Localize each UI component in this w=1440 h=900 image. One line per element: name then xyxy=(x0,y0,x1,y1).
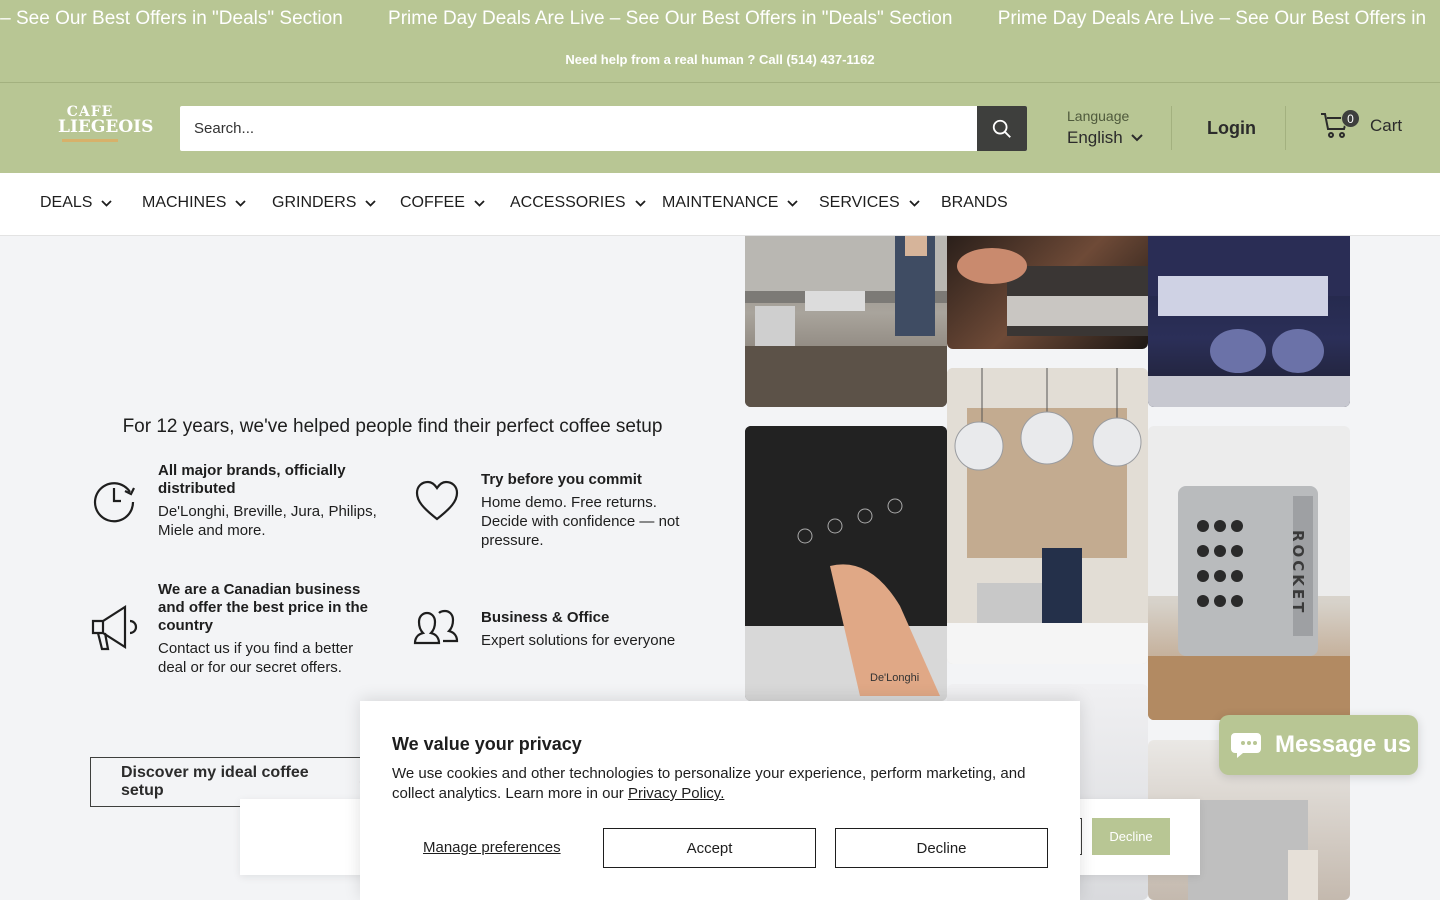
nav-label: COFFEE xyxy=(400,194,465,211)
heart-icon xyxy=(415,480,459,521)
chat-bubble-icon xyxy=(1231,733,1261,758)
nav-label: BRANDS xyxy=(941,194,1008,211)
cookie-title: We value your privacy xyxy=(392,734,582,754)
gallery-image-cafe-counter xyxy=(745,236,947,407)
chevron-down-icon xyxy=(101,199,113,207)
nav-label: DEALS xyxy=(40,194,93,211)
marquee-text: Prime Day Deals Are Live – See Our Best … xyxy=(997,8,1427,29)
nav-label: SERVICES xyxy=(819,194,900,211)
decline-button[interactable]: Decline xyxy=(835,828,1048,868)
cafe-counter-illustration xyxy=(745,236,947,407)
marquee-text: Live – See Our Best Offers in "Deals" Se… xyxy=(0,8,343,29)
language-value: English xyxy=(1067,128,1123,147)
logo-underline xyxy=(62,139,118,142)
nav-item-brands[interactable]: BRANDS xyxy=(941,194,1008,212)
delonghi-brand-text: De'Longhi xyxy=(870,672,919,684)
blue-cups-illustration xyxy=(1148,236,1350,407)
nav-item-grinders[interactable]: GRINDERS xyxy=(272,194,377,212)
gallery-image-blue-cups xyxy=(1148,236,1350,407)
feature-item: Business & Office Expert solutions for e… xyxy=(413,609,703,650)
search-bar xyxy=(180,106,1027,151)
nav-item-deals[interactable]: DEALS xyxy=(40,194,113,212)
main-nav: DEALS MACHINES GRINDERS COFFEE ACCESSORI… xyxy=(0,173,1440,236)
feature-desc: Home demo. Free returns. Decide with con… xyxy=(481,494,680,549)
chevron-down-icon xyxy=(365,199,377,207)
pendant-lamps-illustration xyxy=(947,368,1148,664)
message-us-button[interactable]: Message us xyxy=(1219,715,1418,775)
people-icon xyxy=(413,609,459,645)
clock-icon xyxy=(93,482,135,523)
feature-title: Try before you commit xyxy=(481,471,642,488)
espresso-hands-illustration xyxy=(957,248,1148,336)
feature-item: All major brands, officially distributed… xyxy=(90,462,380,540)
chevron-down-icon xyxy=(1131,134,1143,142)
section-tagline: For 12 years, we've helped people find t… xyxy=(122,416,663,437)
feature-desc: De'Longhi, Breville, Jura, Philips, Miel… xyxy=(158,503,377,539)
chat-label: Message us xyxy=(1275,731,1412,758)
feature-text: Try before you commit Home demo. Free re… xyxy=(481,471,703,550)
language-label: Language xyxy=(1067,108,1130,124)
nav-item-machines[interactable]: MACHINES xyxy=(142,194,247,212)
manage-preferences-link[interactable]: Manage preferences xyxy=(423,839,561,856)
feature-desc: Contact us if you find a better deal or … xyxy=(158,640,354,676)
gallery-image-rocket-machine: ROCKET xyxy=(1148,426,1350,720)
nav-item-maintenance[interactable]: MAINTENANCE xyxy=(662,194,799,212)
feature-title: We are a Canadian business and offer the… xyxy=(158,581,369,634)
language-value-wrap: English xyxy=(1067,128,1143,148)
announcement-marquee[interactable]: Live – See Our Best Offers in "Deals" Se… xyxy=(0,8,1440,30)
site-logo[interactable]: CAFE LIEGEOIS xyxy=(58,105,154,151)
header-divider xyxy=(1171,106,1172,150)
rocket-brand-text: ROCKET xyxy=(1289,530,1307,615)
search-input[interactable] xyxy=(180,106,977,151)
logo-line2: LIEGEOIS xyxy=(58,117,154,137)
feature-text: All major brands, officially distributed… xyxy=(158,462,380,540)
language-selector[interactable]: Language English xyxy=(1067,108,1143,148)
site-header: CAFE LIEGEOIS Language English Login 0 C… xyxy=(0,82,1440,173)
nav-label: ACCESSORIES xyxy=(510,194,626,211)
nav-item-coffee[interactable]: COFFEE xyxy=(400,194,485,212)
login-link[interactable]: Login xyxy=(1207,118,1256,139)
delonghi-panel-illustration: De'Longhi xyxy=(745,426,947,701)
feature-title: Business & Office xyxy=(481,609,610,626)
nav-item-services[interactable]: SERVICES xyxy=(819,194,920,212)
feature-text: We are a Canadian business and offer the… xyxy=(158,581,380,677)
nav-item-accessories[interactable]: ACCESSORIES xyxy=(510,194,646,212)
gallery-image-espresso-hands xyxy=(947,236,1148,349)
cookie-text-wrap: We use cookies and other technologies to… xyxy=(392,764,1052,804)
background-decline-button[interactable]: Decline xyxy=(1092,818,1170,855)
chevron-down-icon xyxy=(908,199,920,207)
chevron-down-icon xyxy=(787,199,799,207)
search-icon xyxy=(992,119,1011,138)
header-divider xyxy=(1285,106,1286,150)
feature-item: Try before you commit Home demo. Free re… xyxy=(413,471,703,550)
marquee-text: Prime Day Deals Are Live – See Our Best … xyxy=(388,8,953,29)
feature-item: We are a Canadian business and offer the… xyxy=(90,581,380,677)
announcement-bar: Live – See Our Best Offers in "Deals" Se… xyxy=(0,0,1440,82)
cart-label: Cart xyxy=(1370,116,1403,135)
privacy-policy-link[interactable]: Privacy Policy. xyxy=(628,785,724,802)
nav-label: MAINTENANCE xyxy=(662,194,779,211)
cart-link[interactable]: 0 Cart xyxy=(1320,109,1403,141)
gallery-image-delonghi-panel: De'Longhi xyxy=(745,426,947,701)
gallery-image-pendant-lamps xyxy=(947,368,1148,664)
cookie-banner: We value your privacy We use cookies and… xyxy=(360,701,1080,900)
accept-button[interactable]: Accept xyxy=(603,828,816,868)
nav-label: MACHINES xyxy=(142,194,227,211)
cart-icon: 0 xyxy=(1320,109,1360,141)
chevron-down-icon xyxy=(634,199,646,207)
rocket-machine-illustration: ROCKET xyxy=(1148,426,1350,720)
nav-label: GRINDERS xyxy=(272,194,357,211)
chevron-down-icon xyxy=(474,199,485,207)
megaphone-icon xyxy=(91,604,138,651)
cta-label: Discover my ideal coffee setup xyxy=(121,764,309,799)
cart-count-badge: 0 xyxy=(1341,109,1360,128)
search-button[interactable] xyxy=(977,106,1027,151)
chevron-down-icon xyxy=(235,199,247,207)
feature-title: All major brands, officially distributed xyxy=(158,462,346,497)
background-banner-card xyxy=(240,799,370,875)
feature-text: Business & Office Expert solutions for e… xyxy=(481,609,675,650)
feature-desc: Expert solutions for everyone xyxy=(481,632,676,649)
helpline-text[interactable]: Need help from a real human ? Call (514)… xyxy=(0,52,1440,67)
